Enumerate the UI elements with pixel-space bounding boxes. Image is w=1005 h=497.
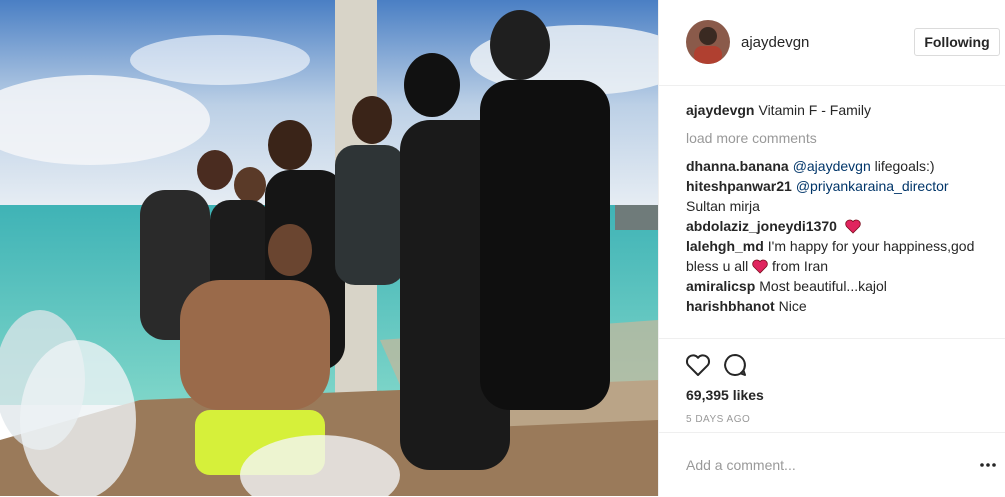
comment-username[interactable]: amiralicsp [686, 278, 755, 294]
comment-item: hiteshpanwar21 @priyankaraina_director Su… [686, 176, 996, 216]
comment-mention[interactable]: @ajaydevgn [793, 158, 871, 174]
comment-username[interactable]: harishbhanot [686, 298, 775, 314]
comment-username[interactable]: lalehgh_md [686, 238, 764, 254]
comment-item: harishbhanot Nice [686, 296, 996, 316]
red-heart-emoji [845, 219, 861, 234]
post-actions: 69,395 likes 5 DAYS AGO [659, 338, 1005, 425]
post-photo[interactable] [0, 0, 658, 496]
post-date[interactable]: 5 DAYS AGO [686, 414, 750, 425]
comment-username[interactable]: abdolaziz_joneydi1370 [686, 218, 837, 234]
more-options-icon[interactable] [979, 458, 997, 472]
comment-bubble-icon[interactable] [721, 351, 749, 379]
family-photo-illustration [0, 0, 658, 496]
red-heart-emoji [752, 259, 768, 274]
heart-outline-icon[interactable] [684, 351, 712, 379]
load-more-comments-link[interactable]: load more comments [686, 128, 996, 148]
caption-text: Vitamin F - Family [758, 102, 872, 118]
comment-text: lifegoals:) [870, 158, 935, 174]
add-comment-section [659, 432, 1005, 497]
comment-item: dhanna.banana @ajaydevgn lifegoals:) [686, 156, 996, 176]
comment-text-after: from Iran [768, 258, 829, 274]
instagram-post: ajaydevgn Following ajaydevgn Vitamin F -… [0, 0, 1005, 496]
comment-text: Nice [778, 298, 807, 314]
post-header: ajaydevgn Following [659, 0, 1005, 86]
comment-mention[interactable]: @priyankaraina_director [796, 178, 949, 194]
comment-username[interactable]: hiteshpanwar21 [686, 178, 792, 194]
comments-list: ajaydevgn Vitamin F - Family load more co… [686, 100, 996, 316]
post-username[interactable]: ajaydevgn [741, 34, 809, 51]
likes-count[interactable]: 69,395 likes [686, 387, 764, 403]
avatar-image [686, 20, 730, 64]
comment-text: Sultan mirja [686, 198, 760, 214]
comment-item: amiralicsp Most beautiful...kajol [686, 276, 996, 296]
caption: ajaydevgn Vitamin F - Family [686, 100, 996, 120]
caption-username[interactable]: ajaydevgn [686, 102, 754, 118]
avatar[interactable] [686, 20, 730, 64]
comment-text: Most beautiful...kajol [759, 278, 887, 294]
add-comment-input[interactable] [686, 453, 956, 477]
comment-username[interactable]: dhanna.banana [686, 158, 789, 174]
comment-item: lalehgh_md I'm happy for your happiness,g… [686, 236, 996, 276]
post-sidebar: ajaydevgn Following ajaydevgn Vitamin F -… [658, 0, 1005, 496]
following-button[interactable]: Following [914, 28, 1000, 56]
comment-item: abdolaziz_joneydi1370 [686, 216, 996, 236]
